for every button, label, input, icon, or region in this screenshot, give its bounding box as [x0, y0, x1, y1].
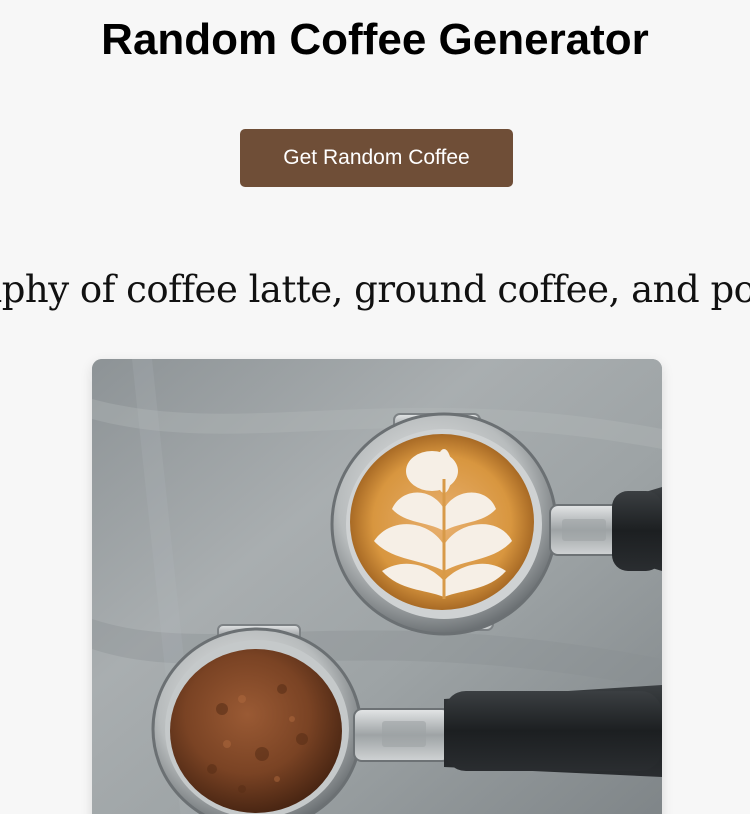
coffee-photo	[92, 359, 662, 814]
coffee-image	[92, 359, 662, 814]
coffee-caption: Photography of coffee latte, ground coff…	[0, 268, 750, 311]
page-title: Random Coffee Generator	[101, 15, 649, 64]
page: Random Coffee Generator Get Random Coffe…	[0, 0, 750, 814]
get-random-coffee-button[interactable]: Get Random Coffee	[240, 129, 513, 187]
